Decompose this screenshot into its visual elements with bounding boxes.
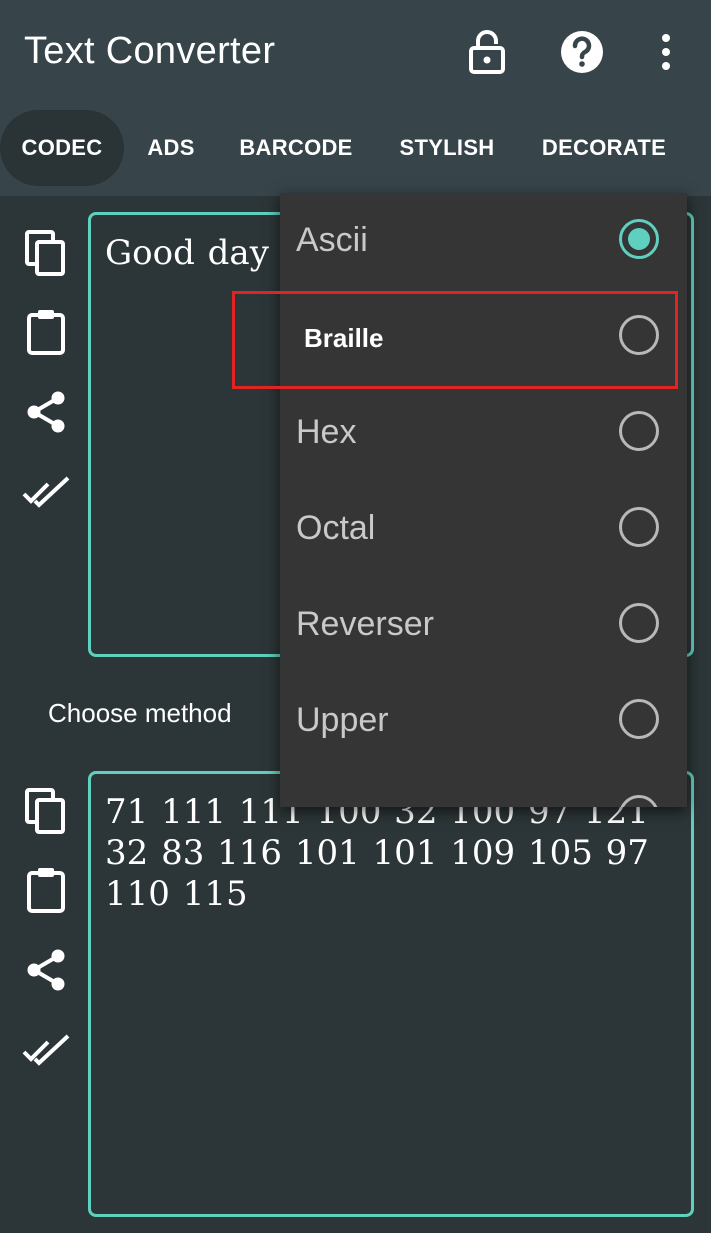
tab-bar: CODEC ADS BARCODE STYLISH DECORATE [0,110,711,186]
method-option-label: Upper [296,701,389,739]
tab-ads[interactable]: ADS [130,110,212,186]
method-option-partial[interactable] [280,769,687,807]
select-all-icon[interactable] [22,1026,70,1074]
lock-open-icon[interactable] [465,28,509,76]
select-all-icon[interactable] [22,468,70,516]
method-option-octal[interactable]: Octal [280,481,687,577]
paste-icon[interactable] [22,308,70,356]
method-option-hex[interactable]: Hex [280,385,687,481]
tab-codec[interactable]: CODEC [0,110,124,186]
share-icon[interactable] [22,946,70,994]
app-title: Text Converter [24,30,276,72]
output-text: 71 111 111 100 32 100 97 121 32 83 116 1… [105,792,649,914]
radio-unselected-icon[interactable] [619,699,659,739]
paste-icon[interactable] [22,866,70,914]
method-option-label: Hex [296,413,357,451]
radio-unselected-icon[interactable] [619,603,659,643]
output-textbox[interactable]: 71 111 111 100 32 100 97 121 32 83 116 1… [88,771,694,1217]
tab-barcode[interactable]: BARCODE [226,110,366,186]
help-icon[interactable] [560,28,604,76]
share-icon[interactable] [22,388,70,436]
tab-decorate[interactable]: DECORATE [528,110,680,186]
app-bar: Text Converter CODEC ADS BARCODE STYLISH… [0,0,711,196]
tab-stylish[interactable]: STYLISH [384,110,510,186]
method-option-label: Octal [296,509,376,547]
radio-unselected-icon[interactable] [619,411,659,451]
method-option-braille[interactable]: Braille [280,289,687,385]
choose-method-label: Choose method [48,698,232,728]
copy-icon[interactable] [22,786,70,834]
copy-icon[interactable] [22,228,70,276]
method-option-label: Ascii [296,221,368,259]
radio-unselected-icon[interactable] [619,795,659,807]
method-dropdown: Ascii Braille Hex Octal Reverser Upper [280,193,687,807]
radio-unselected-icon[interactable] [619,315,659,355]
more-vert-icon[interactable] [644,28,688,76]
radio-unselected-icon[interactable] [619,507,659,547]
radio-selected-icon[interactable] [619,219,659,259]
method-option-upper[interactable]: Upper [280,673,687,769]
method-option-reverser[interactable]: Reverser [280,577,687,673]
method-option-label: Braille [304,323,384,353]
method-option-ascii[interactable]: Ascii [280,193,687,289]
method-option-label: Reverser [296,605,434,643]
